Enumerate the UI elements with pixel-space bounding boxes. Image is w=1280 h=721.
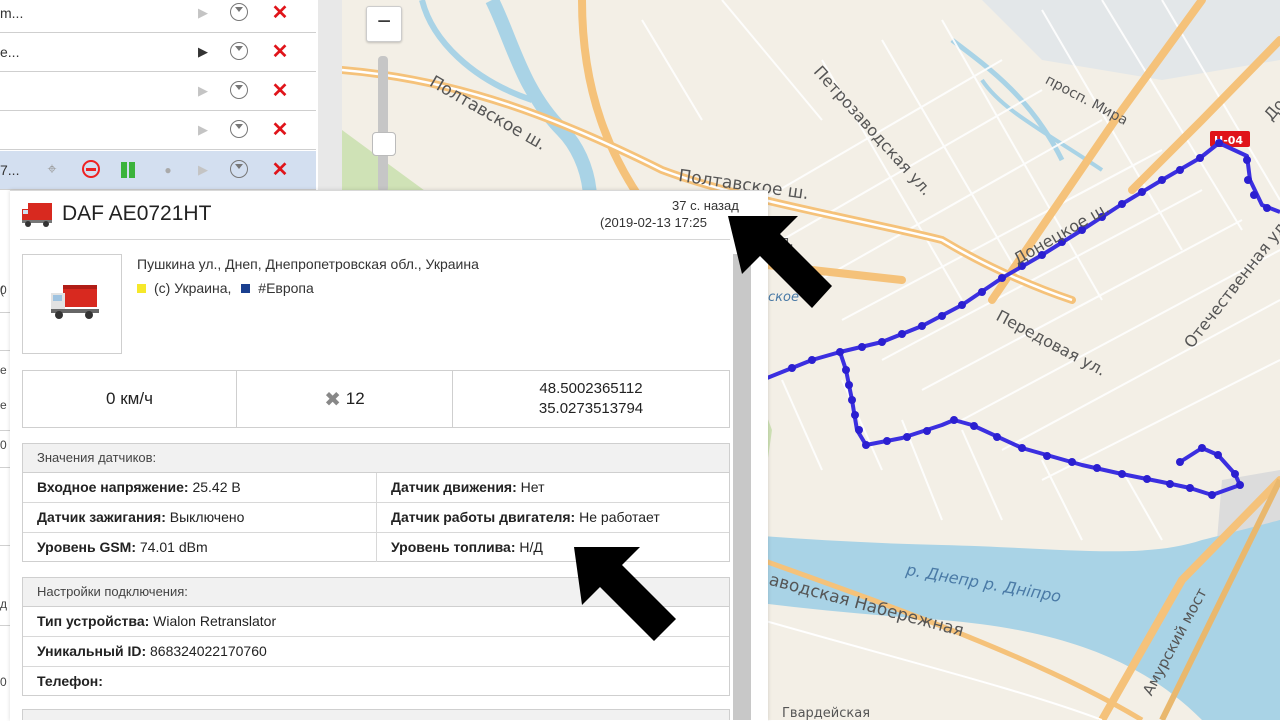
annotation-arrow-icon [574,547,676,641]
unit-name: m... [0,5,24,21]
sensor-item: Уровень топлива: Н/Д [376,533,543,562]
last-message-ago: 37 с. назад [672,198,739,213]
satellites: ✖ 12 [237,371,453,427]
unit-title: DAF AE0721HT [62,202,212,225]
list-fragment: е [0,363,7,377]
unit-address: Пушкина ул., Днеп, Днепропетровская обл.… [137,256,479,272]
coordinates: 48.5002365112 35.0273513794 [453,371,729,427]
sensor-value: Н/Д [515,539,543,555]
divider [20,239,730,240]
unit-name: 7... [0,162,20,178]
unit-image [22,254,122,354]
stop-icon[interactable] [82,160,102,180]
zoom-slider-handle[interactable] [372,132,396,156]
chevron-down-icon[interactable] [230,120,250,140]
list-fragment: д [0,597,8,611]
next-panel-header [22,709,730,720]
sensor-value: Выключено [165,509,245,525]
latitude: 48.5002365112 [539,380,643,397]
close-icon[interactable]: ✕ [270,120,290,140]
sensor-label: Уровень GSM: [37,539,136,555]
geofence-name[interactable]: #Европа [258,280,314,296]
close-icon[interactable]: ✕ [270,42,290,62]
sensor-item: Датчик движения: Нет [376,473,545,502]
play-icon[interactable]: ▶ [193,42,213,62]
list-fragment: е [0,398,7,412]
table-row: Входное напряжение: 25.42 В Датчик движе… [23,473,729,503]
chevron-down-icon[interactable] [230,3,250,23]
geofence-name[interactable]: (с) Украина, [154,280,231,296]
setting-value: 868324022170760 [146,643,267,659]
target-icon[interactable]: ⌖ [42,160,62,180]
sensor-item: Входное напряжение: 25.42 В [23,473,241,502]
unit-row[interactable]: ▶ ✕ [0,72,316,111]
unit-row[interactable]: e... ▶ ✕ [0,33,316,72]
play-icon[interactable]: ▶ [193,3,213,23]
setting-label: Тип устройства: [37,613,150,629]
sensor-label: Датчик движения: [391,479,517,495]
setting-item: Телефон: [23,667,103,696]
sensor-item: Уровень GSM: 74.01 dBm [23,533,208,562]
setting-value: Wialon Retranslator [149,613,277,629]
play-icon[interactable]: ▶ [193,120,213,140]
sensor-item: Датчик работы двигателя: Не работает [376,503,660,532]
table-row: Датчик зажигания: Выключено Датчик работ… [23,503,729,533]
sensor-value: Нет [516,479,545,495]
setting-item: Тип устройства: Wialon Retranslator [23,607,276,636]
sensor-value: 74.01 dBm [136,539,208,555]
geofence-list: (с) Украина, #Европа [137,280,314,296]
close-icon[interactable]: ✕ [270,160,290,180]
unit-row[interactable]: ▶ ✕ [0,111,316,150]
speed-value: 0 км/ч [23,371,237,427]
zoom-slider-track[interactable] [378,56,388,192]
pause-icon[interactable] [118,160,138,180]
sensor-values-title: Значения датчиков: [23,444,729,473]
close-icon[interactable]: ✕ [270,81,290,101]
last-message-time: (2019-02-13 17:25 [600,215,707,230]
sensor-label: Входное напряжение: [37,479,189,495]
chevron-down-icon[interactable] [230,81,250,101]
close-icon[interactable]: ✕ [270,3,290,23]
map-label: Гвардейская [782,706,871,720]
list-fragment: 0 [0,675,7,689]
setting-label: Уникальный ID: [37,643,147,659]
satellite-icon: ✖ [324,389,342,411]
list-fragment: ( [0,283,4,297]
dot-icon[interactable]: ● [158,160,178,180]
sensor-label: Датчик работы двигателя: [391,509,576,525]
geofence-color-swatch [137,284,146,293]
chevron-down-icon[interactable] [230,160,250,180]
sensor-value: Не работает [575,509,660,525]
unit-stats: 0 км/ч ✖ 12 48.5002365112 35.0273513794 [22,370,730,428]
sensor-value: 25.42 В [188,479,241,495]
longitude: 35.0273513794 [538,400,644,417]
sensor-item: Датчик зажигания: Выключено [23,503,244,532]
sensor-label: Датчик зажигания: [37,509,166,525]
play-icon[interactable]: ▶ [193,81,213,101]
unit-row[interactable]: m... ▶ ✕ [0,0,316,33]
geofence-color-swatch [241,284,251,293]
truck-icon [22,203,52,227]
unit-row-selected[interactable]: 7... ⌖ ● ▶ ✕ [0,151,316,190]
satellites-count: 12 [345,389,365,408]
list-fragment: 0 [0,438,7,452]
setting-label: Телефон: [37,673,103,689]
truck-icon [51,285,99,319]
setting-item: Уникальный ID: 868324022170760 [23,637,267,666]
annotation-arrow-icon [728,216,832,308]
chevron-down-icon[interactable] [230,42,250,62]
sensor-label: Уровень топлива: [391,539,516,555]
unit-name: e... [0,44,20,60]
table-row: Телефон: [23,667,729,696]
zoom-out-button[interactable]: − [366,6,402,42]
play-icon[interactable]: ▶ [193,160,213,180]
